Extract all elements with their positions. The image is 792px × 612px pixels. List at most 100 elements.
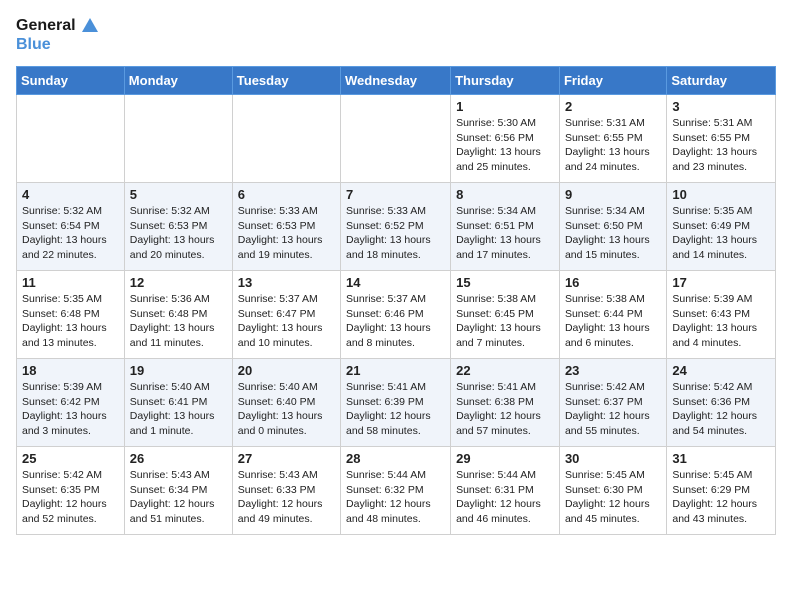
cell-content: Sunrise: 5:37 AM Sunset: 6:46 PM Dayligh… — [346, 292, 445, 351]
cell-content: Sunrise: 5:38 AM Sunset: 6:44 PM Dayligh… — [565, 292, 661, 351]
cell-content: Sunrise: 5:31 AM Sunset: 6:55 PM Dayligh… — [672, 116, 770, 175]
calendar-cell: 1Sunrise: 5:30 AM Sunset: 6:56 PM Daylig… — [451, 95, 560, 183]
day-number: 9 — [565, 187, 661, 202]
calendar-cell: 27Sunrise: 5:43 AM Sunset: 6:33 PM Dayli… — [232, 447, 340, 535]
day-number: 21 — [346, 363, 445, 378]
cell-content: Sunrise: 5:33 AM Sunset: 6:53 PM Dayligh… — [238, 204, 335, 263]
calendar-cell — [124, 95, 232, 183]
calendar-cell: 22Sunrise: 5:41 AM Sunset: 6:38 PM Dayli… — [451, 359, 560, 447]
calendar-cell — [341, 95, 451, 183]
cell-content: Sunrise: 5:38 AM Sunset: 6:45 PM Dayligh… — [456, 292, 554, 351]
cell-content: Sunrise: 5:41 AM Sunset: 6:39 PM Dayligh… — [346, 380, 445, 439]
calendar-cell: 6Sunrise: 5:33 AM Sunset: 6:53 PM Daylig… — [232, 183, 340, 271]
day-number: 3 — [672, 99, 770, 114]
header: General Blue — [16, 16, 776, 54]
calendar-cell: 25 Sunrise: 5:42 AM Sunset: 6:35 PM Dayli… — [17, 447, 125, 535]
calendar-cell: 9Sunrise: 5:34 AM Sunset: 6:50 PM Daylig… — [559, 183, 666, 271]
calendar-cell: 24 Sunrise: 5:42 AM Sunset: 6:36 PM Dayli… — [667, 359, 776, 447]
cell-content: Sunrise: 5:45 AM Sunset: 6:29 PM Dayligh… — [672, 468, 770, 527]
calendar-cell: 14 Sunrise: 5:37 AM Sunset: 6:46 PM Dayli… — [341, 271, 451, 359]
day-number: 29 — [456, 451, 554, 466]
cell-content: Sunrise: 5:40 AM Sunset: 6:41 PM Dayligh… — [130, 380, 227, 439]
cell-content: Sunrise: 5:39 AM Sunset: 6:43 PM Dayligh… — [672, 292, 770, 351]
cell-content: Sunrise: 5:35 AM Sunset: 6:49 PM Dayligh… — [672, 204, 770, 263]
cell-content: Sunrise: 5:42 AM Sunset: 6:35 PM Dayligh… — [22, 468, 119, 527]
week-row-5: 25 Sunrise: 5:42 AM Sunset: 6:35 PM Dayli… — [17, 447, 776, 535]
calendar-cell — [17, 95, 125, 183]
cell-content: Sunrise: 5:32 AM Sunset: 6:53 PM Dayligh… — [130, 204, 227, 263]
day-number: 30 — [565, 451, 661, 466]
cell-content: Sunrise: 5:42 AM Sunset: 6:36 PM Dayligh… — [672, 380, 770, 439]
day-number: 7 — [346, 187, 445, 202]
header-row: SundayMondayTuesdayWednesdayThursdayFrid… — [17, 67, 776, 95]
day-number: 25 — [22, 451, 119, 466]
calendar-cell: 11 Sunrise: 5:35 AM Sunset: 6:48 PM Dayli… — [17, 271, 125, 359]
cell-content: Sunrise: 5:39 AM Sunset: 6:42 PM Dayligh… — [22, 380, 119, 439]
day-number: 14 — [346, 275, 445, 290]
day-number: 26 — [130, 451, 227, 466]
week-row-1: 1Sunrise: 5:30 AM Sunset: 6:56 PM Daylig… — [17, 95, 776, 183]
calendar-cell: 16 Sunrise: 5:38 AM Sunset: 6:44 PM Dayli… — [559, 271, 666, 359]
week-row-2: 4 Sunrise: 5:32 AM Sunset: 6:54 PM Daylig… — [17, 183, 776, 271]
calendar-cell: 4 Sunrise: 5:32 AM Sunset: 6:54 PM Daylig… — [17, 183, 125, 271]
day-header-sunday: Sunday — [17, 67, 125, 95]
day-number: 2 — [565, 99, 661, 114]
cell-content: Sunrise: 5:32 AM Sunset: 6:54 PM Dayligh… — [22, 204, 119, 263]
calendar-cell: 26 Sunrise: 5:43 AM Sunset: 6:34 PM Dayli… — [124, 447, 232, 535]
day-number: 8 — [456, 187, 554, 202]
calendar-cell: 19 Sunrise: 5:40 AM Sunset: 6:41 PM Dayli… — [124, 359, 232, 447]
day-header-thursday: Thursday — [451, 67, 560, 95]
day-number: 20 — [238, 363, 335, 378]
calendar-cell: 13 Sunrise: 5:37 AM Sunset: 6:47 PM Dayli… — [232, 271, 340, 359]
logo-triangle-icon — [80, 16, 100, 36]
calendar-table: SundayMondayTuesdayWednesdayThursdayFrid… — [16, 66, 776, 535]
day-header-tuesday: Tuesday — [232, 67, 340, 95]
day-number: 17 — [672, 275, 770, 290]
calendar-cell: 31 Sunrise: 5:45 AM Sunset: 6:29 PM Dayli… — [667, 447, 776, 535]
day-header-saturday: Saturday — [667, 67, 776, 95]
cell-content: Sunrise: 5:43 AM Sunset: 6:34 PM Dayligh… — [130, 468, 227, 527]
calendar-cell: 3 Sunrise: 5:31 AM Sunset: 6:55 PM Daylig… — [667, 95, 776, 183]
cell-content: Sunrise: 5:30 AM Sunset: 6:56 PM Dayligh… — [456, 116, 554, 175]
cell-content: Sunrise: 5:31 AM Sunset: 6:55 PM Dayligh… — [565, 116, 661, 175]
week-row-3: 11 Sunrise: 5:35 AM Sunset: 6:48 PM Dayli… — [17, 271, 776, 359]
calendar-cell: 17 Sunrise: 5:39 AM Sunset: 6:43 PM Dayli… — [667, 271, 776, 359]
cell-content: Sunrise: 5:37 AM Sunset: 6:47 PM Dayligh… — [238, 292, 335, 351]
day-number: 24 — [672, 363, 770, 378]
day-number: 13 — [238, 275, 335, 290]
calendar-cell: 29Sunrise: 5:44 AM Sunset: 6:31 PM Dayli… — [451, 447, 560, 535]
cell-content: Sunrise: 5:35 AM Sunset: 6:48 PM Dayligh… — [22, 292, 119, 351]
calendar-cell: 30 Sunrise: 5:45 AM Sunset: 6:30 PM Dayli… — [559, 447, 666, 535]
day-number: 4 — [22, 187, 119, 202]
calendar-cell: 20Sunrise: 5:40 AM Sunset: 6:40 PM Dayli… — [232, 359, 340, 447]
cell-content: Sunrise: 5:36 AM Sunset: 6:48 PM Dayligh… — [130, 292, 227, 351]
day-number: 23 — [565, 363, 661, 378]
cell-content: Sunrise: 5:44 AM Sunset: 6:32 PM Dayligh… — [346, 468, 445, 527]
calendar-cell: 21 Sunrise: 5:41 AM Sunset: 6:39 PM Dayli… — [341, 359, 451, 447]
day-number: 31 — [672, 451, 770, 466]
calendar-cell: 5 Sunrise: 5:32 AM Sunset: 6:53 PM Daylig… — [124, 183, 232, 271]
cell-content: Sunrise: 5:45 AM Sunset: 6:30 PM Dayligh… — [565, 468, 661, 527]
day-header-monday: Monday — [124, 67, 232, 95]
day-header-wednesday: Wednesday — [341, 67, 451, 95]
calendar-cell — [232, 95, 340, 183]
cell-content: Sunrise: 5:42 AM Sunset: 6:37 PM Dayligh… — [565, 380, 661, 439]
cell-content: Sunrise: 5:33 AM Sunset: 6:52 PM Dayligh… — [346, 204, 445, 263]
cell-content: Sunrise: 5:34 AM Sunset: 6:51 PM Dayligh… — [456, 204, 554, 263]
calendar-cell: 28 Sunrise: 5:44 AM Sunset: 6:32 PM Dayli… — [341, 447, 451, 535]
logo: General Blue — [16, 16, 100, 54]
calendar-cell: 10Sunrise: 5:35 AM Sunset: 6:49 PM Dayli… — [667, 183, 776, 271]
calendar-cell: 2 Sunrise: 5:31 AM Sunset: 6:55 PM Daylig… — [559, 95, 666, 183]
day-number: 12 — [130, 275, 227, 290]
calendar-cell: 7 Sunrise: 5:33 AM Sunset: 6:52 PM Daylig… — [341, 183, 451, 271]
calendar-cell: 15 Sunrise: 5:38 AM Sunset: 6:45 PM Dayli… — [451, 271, 560, 359]
day-number: 16 — [565, 275, 661, 290]
day-number: 15 — [456, 275, 554, 290]
day-number: 28 — [346, 451, 445, 466]
calendar-cell: 23 Sunrise: 5:42 AM Sunset: 6:37 PM Dayli… — [559, 359, 666, 447]
day-number: 11 — [22, 275, 119, 290]
calendar-cell: 8 Sunrise: 5:34 AM Sunset: 6:51 PM Daylig… — [451, 183, 560, 271]
day-number: 19 — [130, 363, 227, 378]
week-row-4: 18Sunrise: 5:39 AM Sunset: 6:42 PM Dayli… — [17, 359, 776, 447]
day-number: 5 — [130, 187, 227, 202]
